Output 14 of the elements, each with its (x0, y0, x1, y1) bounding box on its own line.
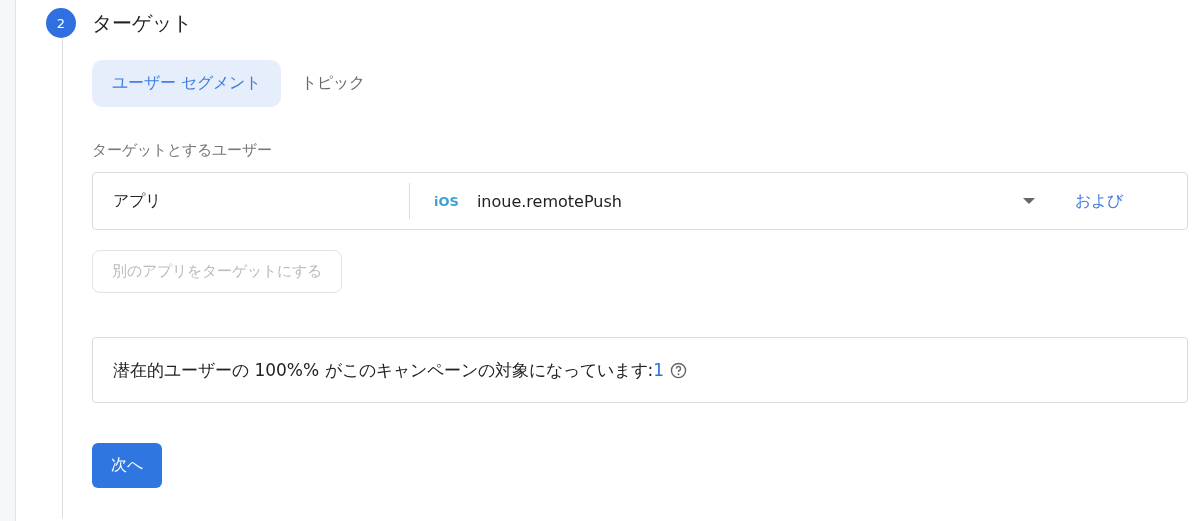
tab[interactable]: トピック (287, 60, 380, 107)
app-name[interactable]: inoue.remotePush (476, 191, 1023, 211)
step-number: 2 (46, 8, 76, 38)
next-button[interactable]: 次へ (92, 443, 162, 488)
summary-text: 潜在的ユーザーの 100%% がこのキャンペーンの対象になっています:1 (113, 358, 665, 382)
caret-icon[interactable] (1023, 198, 1035, 204)
step-title: ターゲット (92, 9, 192, 37)
tab[interactable]: ユーザー セグメント (92, 60, 282, 107)
and-link[interactable]: および (1075, 190, 1123, 212)
help-icon[interactable] (670, 361, 688, 379)
section-label: ターゲットとするユーザー (92, 141, 273, 160)
platform-label: iOS (434, 193, 459, 209)
count-link[interactable]: 1 (653, 359, 665, 380)
field-select[interactable]: アプリ (93, 183, 410, 219)
